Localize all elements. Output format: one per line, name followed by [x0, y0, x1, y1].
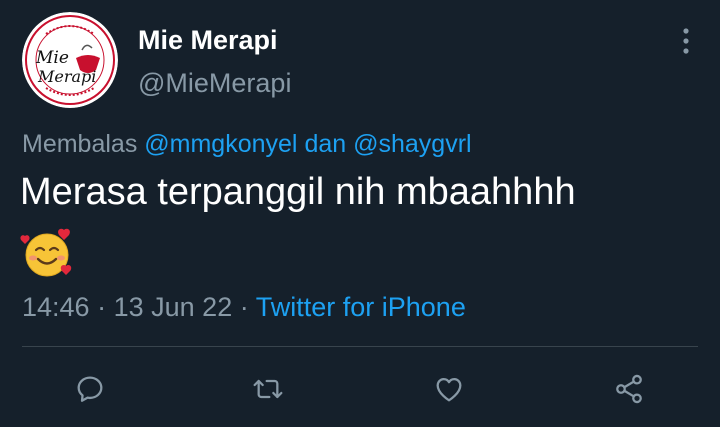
svg-text:Mie: Mie	[35, 48, 69, 68]
mie-merapi-logo: Mie Merapi	[22, 12, 118, 108]
like-button[interactable]	[428, 368, 470, 410]
tweet-source-link[interactable]: Twitter for iPhone	[256, 292, 466, 322]
mention-link[interactable]: @shaygvrl	[353, 130, 471, 158]
smiling-face-with-hearts-icon	[20, 226, 74, 280]
display-name[interactable]: Mie Merapi	[138, 24, 278, 56]
more-options-icon[interactable]	[678, 26, 694, 56]
reply-and[interactable]: dan	[304, 130, 346, 158]
divider	[22, 346, 698, 347]
tweet-metadata: 14:46 · 13 Jun 22 · Twitter for iPhone	[22, 290, 466, 324]
mention-link[interactable]: @mmgkonyel	[144, 130, 297, 158]
separator-dot: ·	[97, 292, 107, 322]
tweet-time[interactable]: 14:46	[22, 292, 90, 322]
reply-prefix: Membalas	[22, 130, 138, 158]
avatar[interactable]: Mie Merapi	[22, 12, 118, 108]
share-button[interactable]	[608, 368, 650, 410]
retweet-button[interactable]	[247, 368, 289, 410]
tweet-card: Mie Merapi Mie Merapi @MieMerapi Membala…	[0, 0, 720, 427]
reply-context: Membalas @mmgkonyel dan @shaygvrl	[22, 128, 472, 160]
share-icon	[616, 374, 642, 404]
reply-button[interactable]	[69, 368, 111, 410]
svg-text:Merapi: Merapi	[37, 67, 96, 86]
reply-icon	[77, 376, 103, 402]
retweet-icon	[253, 379, 283, 399]
username-handle[interactable]: @MieMerapi	[138, 67, 291, 99]
like-icon	[436, 378, 462, 402]
separator-dot: ·	[239, 292, 249, 322]
tweet-text: Merasa terpanggil nih mbaahhhh	[20, 171, 576, 213]
tweet-date[interactable]: 13 Jun 22	[114, 292, 233, 322]
